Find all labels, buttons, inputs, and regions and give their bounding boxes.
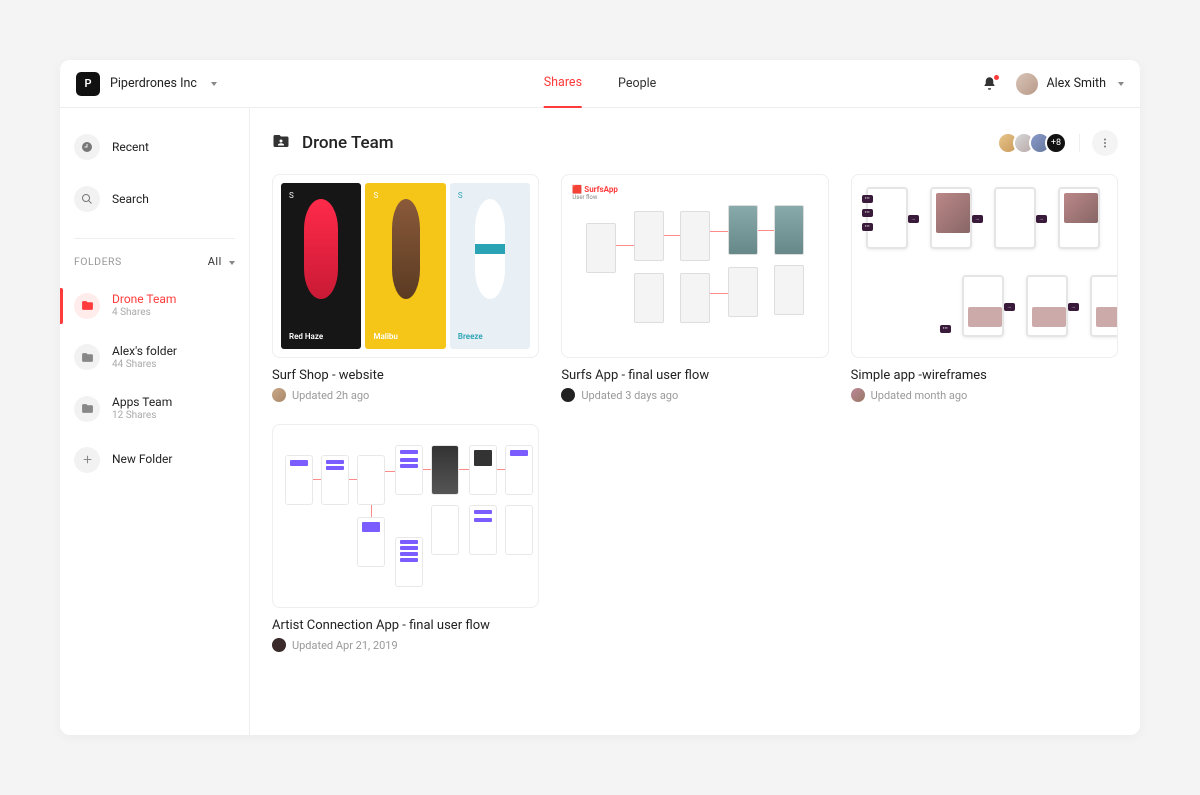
folder-name: Alex's folder: [112, 344, 177, 359]
project-title[interactable]: Simple app -wireframes: [851, 368, 1118, 383]
sidebar-search[interactable]: Search: [74, 180, 235, 218]
project-title[interactable]: Surfs App - final user flow: [561, 368, 828, 383]
search-icon: [74, 186, 100, 212]
new-folder-button[interactable]: New Folder: [74, 439, 235, 481]
org-logo: P: [76, 72, 100, 96]
folder-item-drone-team[interactable]: Drone Team 4 Shares: [74, 284, 235, 328]
topbar: P Piperdrones Inc Shares People Alex Smi…: [60, 60, 1140, 108]
user-menu[interactable]: Alex Smith: [1016, 73, 1124, 95]
folder-name: Drone Team: [112, 292, 176, 307]
sidebar-recent[interactable]: Recent: [74, 128, 235, 166]
clock-icon: [74, 134, 100, 160]
page-title: Drone Team: [272, 132, 394, 154]
project-card: S Red Haze S Malibu S Breeze Surf Shop - we…: [272, 174, 539, 402]
page-title-text: Drone Team: [302, 133, 394, 153]
folders-header: FOLDERS All: [74, 255, 235, 268]
folder-name: Apps Team: [112, 395, 172, 410]
new-folder-label: New Folder: [112, 452, 172, 467]
folder-icon: [74, 396, 100, 422]
folder-sub: 12 Shares: [112, 410, 172, 423]
avatar: [851, 388, 865, 402]
plus-icon: [74, 447, 100, 473]
folder-item-alexs-folder[interactable]: Alex's folder 44 Shares: [74, 336, 235, 380]
project-meta: Updated 3 days ago: [581, 389, 678, 402]
org-switcher[interactable]: P Piperdrones Inc: [76, 72, 217, 96]
thumb-badge: S: [373, 191, 378, 200]
chevron-down-icon: [229, 261, 235, 265]
main-content: Drone Team +8: [250, 108, 1140, 735]
folder-icon: [74, 293, 100, 319]
notifications-button[interactable]: [982, 76, 998, 92]
avatar: [272, 638, 286, 652]
thumb-logo: 🟥 SurfsApp: [572, 185, 817, 194]
project-title[interactable]: Artist Connection App - final user flow: [272, 618, 539, 633]
nav-tabs: Shares People: [544, 60, 657, 108]
tab-people[interactable]: People: [618, 60, 656, 108]
avatar: [561, 388, 575, 402]
folders-header-label: FOLDERS: [74, 255, 122, 268]
avatar-more-count: +8: [1045, 132, 1067, 154]
thumb-label: Malibu: [373, 332, 397, 341]
org-name: Piperdrones Inc: [110, 76, 197, 91]
thumb-badge: S: [289, 191, 294, 200]
project-thumbnail[interactable]: 🟥 SurfsApp User flow: [561, 174, 828, 358]
folders-filter-label: All: [208, 255, 222, 268]
project-card: Artist Connection App - final user flow …: [272, 424, 539, 652]
project-thumbnail[interactable]: [272, 424, 539, 608]
thumb-badge: S: [458, 191, 463, 200]
folders-filter[interactable]: All: [208, 255, 235, 268]
chevron-down-icon: [211, 82, 217, 86]
project-meta: Updated month ago: [871, 389, 968, 402]
avatar: [272, 388, 286, 402]
folder-person-icon: [272, 132, 290, 154]
project-meta: Updated 2h ago: [292, 389, 369, 402]
tab-shares[interactable]: Shares: [544, 60, 582, 108]
folder-sub: 44 Shares: [112, 359, 177, 372]
sidebar-recent-label: Recent: [112, 140, 149, 154]
project-card: ••• ••• ••• → → → → → ••• Simple app -wi…: [851, 174, 1118, 402]
project-meta: Updated Apr 21, 2019: [292, 639, 398, 652]
project-card: 🟥 SurfsApp User flow: [561, 174, 828, 402]
folder-item-apps-team[interactable]: Apps Team 12 Shares: [74, 387, 235, 431]
project-title[interactable]: Surf Shop - website: [272, 368, 539, 383]
project-thumbnail[interactable]: S Red Haze S Malibu S Breeze: [272, 174, 539, 358]
project-thumbnail[interactable]: ••• ••• ••• → → → → → •••: [851, 174, 1118, 358]
notification-dot: [994, 75, 999, 80]
member-avatars[interactable]: +8: [997, 132, 1067, 154]
divider: [1079, 134, 1080, 152]
chevron-down-icon: [1118, 82, 1124, 86]
user-name: Alex Smith: [1046, 76, 1106, 91]
dots-vertical-icon: [1099, 137, 1111, 149]
more-options-button[interactable]: [1092, 130, 1118, 156]
divider: [74, 238, 235, 239]
sidebar-search-label: Search: [112, 192, 149, 206]
folder-sub: 4 Shares: [112, 307, 176, 320]
sidebar: Recent Search FOLDERS All: [60, 108, 250, 735]
thumb-label: Red Haze: [289, 332, 323, 341]
folder-icon: [74, 344, 100, 370]
thumb-label: Breeze: [458, 332, 483, 341]
avatar: [1016, 73, 1038, 95]
thumb-sub: User flow: [572, 194, 817, 201]
